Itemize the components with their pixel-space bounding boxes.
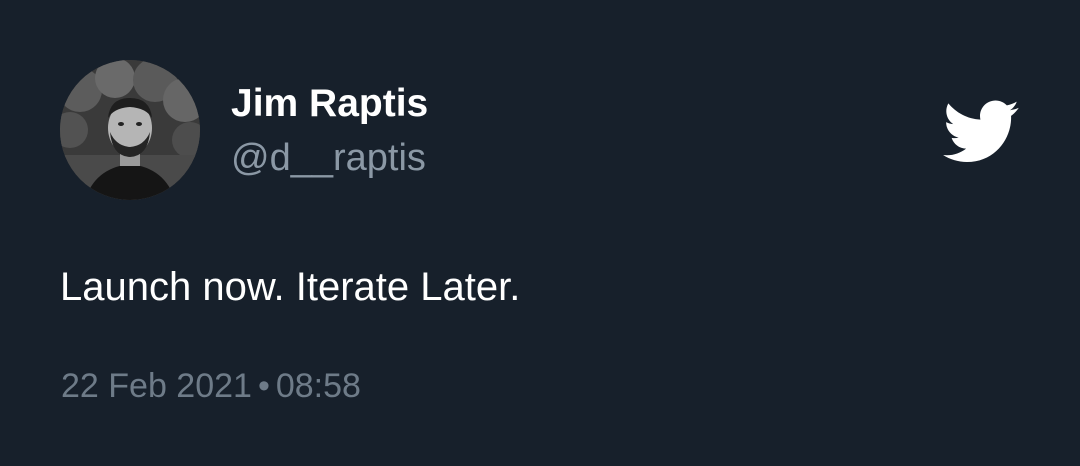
tweet-time: 08:58 — [275, 367, 361, 405]
tweet-text: Launch now. Iterate Later. — [60, 265, 521, 309]
avatar[interactable] — [60, 60, 200, 200]
tweet-card: Jim Raptis @d__raptis Launch now. Iterat… — [0, 0, 1080, 466]
author-handle[interactable]: @d__raptis — [231, 135, 426, 181]
twitter-bird-icon-svg — [943, 100, 1019, 163]
meta-separator: • — [257, 367, 270, 405]
author-display-name[interactable]: Jim Raptis — [231, 80, 428, 128]
tweet-date: 22 Feb 2021 — [61, 367, 252, 405]
twitter-bird-icon[interactable] — [940, 98, 1020, 163]
tweet-timestamp[interactable]: 22 Feb 2021 • 08:58 — [61, 364, 361, 408]
avatar-image — [60, 60, 200, 200]
